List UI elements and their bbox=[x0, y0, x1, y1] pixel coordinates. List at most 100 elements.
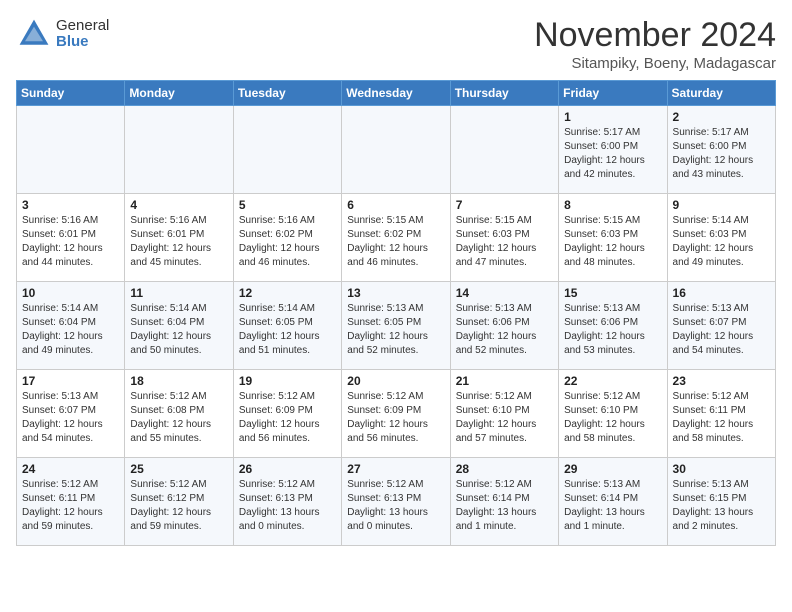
calendar-cell: 21 Sunrise: 5:12 AM Sunset: 6:10 PM Dayli… bbox=[450, 370, 558, 458]
day-info: Sunrise: 5:15 AM Sunset: 6:03 PM Dayligh… bbox=[564, 214, 661, 270]
header-day-tuesday: Tuesday bbox=[233, 81, 341, 106]
calendar-body: 1 Sunrise: 5:17 AM Sunset: 6:00 PM Daylig… bbox=[17, 106, 776, 546]
day-info: Sunrise: 5:12 AM Sunset: 6:11 PM Dayligh… bbox=[22, 478, 119, 534]
calendar-cell: 27Sunrise: 5:12 AM Sunset: 6:13 PM Dayli… bbox=[342, 458, 450, 546]
day-info: Sunrise: 5:13 AM Sunset: 6:14 PM Dayligh… bbox=[564, 478, 661, 534]
day-info: Sunrise: 5:14 AM Sunset: 6:04 PM Dayligh… bbox=[22, 302, 119, 358]
calendar-cell: 9Sunrise: 5:14 AM Sunset: 6:03 PM Daylig… bbox=[667, 194, 775, 282]
day-number: 24 bbox=[22, 462, 119, 476]
header-day-saturday: Saturday bbox=[667, 81, 775, 106]
day-number: 21 bbox=[456, 374, 553, 388]
day-number: 30 bbox=[673, 462, 770, 476]
calendar-cell: 24 Sunrise: 5:12 AM Sunset: 6:11 PM Dayli… bbox=[17, 458, 125, 546]
calendar-cell bbox=[342, 106, 450, 194]
calendar-cell: 28 Sunrise: 5:12 AM Sunset: 6:14 PM Dayli… bbox=[450, 458, 558, 546]
day-number: 18 bbox=[130, 374, 227, 388]
day-info: Sunrise: 5:12 AM Sunset: 6:09 PM Dayligh… bbox=[239, 390, 336, 446]
calendar-cell: 26 Sunrise: 5:12 AM Sunset: 6:13 PM Dayli… bbox=[233, 458, 341, 546]
calendar-cell: 3 Sunrise: 5:16 AM Sunset: 6:01 PM Daylig… bbox=[17, 194, 125, 282]
header-day-monday: Monday bbox=[125, 81, 233, 106]
day-number: 1 bbox=[564, 110, 661, 124]
day-info: Sunrise: 5:12 AM Sunset: 6:10 PM Dayligh… bbox=[564, 390, 661, 446]
calendar-cell: 7Sunrise: 5:15 AM Sunset: 6:03 PM Daylig… bbox=[450, 194, 558, 282]
page-header: General Blue November 2024 Sitampiky, Bo… bbox=[16, 16, 776, 72]
day-info: Sunrise: 5:16 AM Sunset: 6:01 PM Dayligh… bbox=[130, 214, 227, 270]
week-row-5: 24 Sunrise: 5:12 AM Sunset: 6:11 PM Dayli… bbox=[17, 458, 776, 546]
day-info: Sunrise: 5:12 AM Sunset: 6:08 PM Dayligh… bbox=[130, 390, 227, 446]
day-number: 27 bbox=[347, 462, 444, 476]
day-info: Sunrise: 5:15 AM Sunset: 6:02 PM Dayligh… bbox=[347, 214, 444, 270]
calendar-cell: 6 Sunrise: 5:15 AM Sunset: 6:02 PM Daylig… bbox=[342, 194, 450, 282]
day-number: 23 bbox=[673, 374, 770, 388]
day-number: 8 bbox=[564, 198, 661, 212]
logo-icon bbox=[16, 16, 52, 52]
day-info: Sunrise: 5:13 AM Sunset: 6:06 PM Dayligh… bbox=[456, 302, 553, 358]
day-number: 22 bbox=[564, 374, 661, 388]
calendar-table: SundayMondayTuesdayWednesdayThursdayFrid… bbox=[16, 80, 776, 546]
calendar-cell bbox=[233, 106, 341, 194]
week-row-2: 3 Sunrise: 5:16 AM Sunset: 6:01 PM Daylig… bbox=[17, 194, 776, 282]
calendar-cell: 12 Sunrise: 5:14 AM Sunset: 6:05 PM Dayli… bbox=[233, 282, 341, 370]
logo-general-text: General bbox=[56, 18, 109, 35]
calendar-cell: 25 Sunrise: 5:12 AM Sunset: 6:12 PM Dayli… bbox=[125, 458, 233, 546]
day-info: Sunrise: 5:12 AM Sunset: 6:14 PM Dayligh… bbox=[456, 478, 553, 534]
day-number: 26 bbox=[239, 462, 336, 476]
week-row-1: 1 Sunrise: 5:17 AM Sunset: 6:00 PM Daylig… bbox=[17, 106, 776, 194]
calendar-cell bbox=[125, 106, 233, 194]
day-info: Sunrise: 5:12 AM Sunset: 6:11 PM Dayligh… bbox=[673, 390, 770, 446]
calendar-cell: 19Sunrise: 5:12 AM Sunset: 6:09 PM Dayli… bbox=[233, 370, 341, 458]
day-info: Sunrise: 5:16 AM Sunset: 6:02 PM Dayligh… bbox=[239, 214, 336, 270]
day-info: Sunrise: 5:13 AM Sunset: 6:07 PM Dayligh… bbox=[673, 302, 770, 358]
day-number: 4 bbox=[130, 198, 227, 212]
calendar-title: November 2024 bbox=[534, 16, 776, 55]
day-info: Sunrise: 5:13 AM Sunset: 6:05 PM Dayligh… bbox=[347, 302, 444, 358]
day-info: Sunrise: 5:12 AM Sunset: 6:12 PM Dayligh… bbox=[130, 478, 227, 534]
logo: General Blue bbox=[16, 16, 109, 52]
day-number: 11 bbox=[130, 286, 227, 300]
calendar-cell: 2 Sunrise: 5:17 AM Sunset: 6:00 PM Daylig… bbox=[667, 106, 775, 194]
calendar-header: SundayMondayTuesdayWednesdayThursdayFrid… bbox=[17, 81, 776, 106]
day-number: 5 bbox=[239, 198, 336, 212]
header-day-wednesday: Wednesday bbox=[342, 81, 450, 106]
day-info: Sunrise: 5:17 AM Sunset: 6:00 PM Dayligh… bbox=[564, 126, 661, 182]
day-number: 13 bbox=[347, 286, 444, 300]
day-number: 6 bbox=[347, 198, 444, 212]
calendar-cell: 30Sunrise: 5:13 AM Sunset: 6:15 PM Dayli… bbox=[667, 458, 775, 546]
calendar-cell: 11 Sunrise: 5:14 AM Sunset: 6:04 PM Dayli… bbox=[125, 282, 233, 370]
week-row-4: 17Sunrise: 5:13 AM Sunset: 6:07 PM Dayli… bbox=[17, 370, 776, 458]
day-info: Sunrise: 5:17 AM Sunset: 6:00 PM Dayligh… bbox=[673, 126, 770, 182]
day-number: 28 bbox=[456, 462, 553, 476]
calendar-cell: 10 Sunrise: 5:14 AM Sunset: 6:04 PM Dayli… bbox=[17, 282, 125, 370]
day-info: Sunrise: 5:12 AM Sunset: 6:10 PM Dayligh… bbox=[456, 390, 553, 446]
header-day-friday: Friday bbox=[559, 81, 667, 106]
day-number: 10 bbox=[22, 286, 119, 300]
day-info: Sunrise: 5:14 AM Sunset: 6:04 PM Dayligh… bbox=[130, 302, 227, 358]
day-info: Sunrise: 5:12 AM Sunset: 6:13 PM Dayligh… bbox=[239, 478, 336, 534]
calendar-cell: 16Sunrise: 5:13 AM Sunset: 6:07 PM Dayli… bbox=[667, 282, 775, 370]
day-number: 3 bbox=[22, 198, 119, 212]
day-number: 14 bbox=[456, 286, 553, 300]
calendar-cell: 29 Sunrise: 5:13 AM Sunset: 6:14 PM Dayli… bbox=[559, 458, 667, 546]
header-day-sunday: Sunday bbox=[17, 81, 125, 106]
day-number: 25 bbox=[130, 462, 227, 476]
day-info: Sunrise: 5:13 AM Sunset: 6:07 PM Dayligh… bbox=[22, 390, 119, 446]
calendar-cell: 13 Sunrise: 5:13 AM Sunset: 6:05 PM Dayli… bbox=[342, 282, 450, 370]
day-number: 9 bbox=[673, 198, 770, 212]
day-number: 2 bbox=[673, 110, 770, 124]
header-day-thursday: Thursday bbox=[450, 81, 558, 106]
day-number: 7 bbox=[456, 198, 553, 212]
logo-blue-text: Blue bbox=[56, 34, 109, 51]
calendar-cell: 20Sunrise: 5:12 AM Sunset: 6:09 PM Dayli… bbox=[342, 370, 450, 458]
calendar-cell: 4 Sunrise: 5:16 AM Sunset: 6:01 PM Daylig… bbox=[125, 194, 233, 282]
day-info: Sunrise: 5:13 AM Sunset: 6:06 PM Dayligh… bbox=[564, 302, 661, 358]
calendar-cell bbox=[450, 106, 558, 194]
week-row-3: 10 Sunrise: 5:14 AM Sunset: 6:04 PM Dayli… bbox=[17, 282, 776, 370]
calendar-location: Sitampiky, Boeny, Madagascar bbox=[534, 55, 776, 72]
day-number: 12 bbox=[239, 286, 336, 300]
day-info: Sunrise: 5:16 AM Sunset: 6:01 PM Dayligh… bbox=[22, 214, 119, 270]
day-number: 15 bbox=[564, 286, 661, 300]
day-number: 20 bbox=[347, 374, 444, 388]
day-number: 29 bbox=[564, 462, 661, 476]
day-info: Sunrise: 5:14 AM Sunset: 6:05 PM Dayligh… bbox=[239, 302, 336, 358]
calendar-cell: 8 Sunrise: 5:15 AM Sunset: 6:03 PM Daylig… bbox=[559, 194, 667, 282]
